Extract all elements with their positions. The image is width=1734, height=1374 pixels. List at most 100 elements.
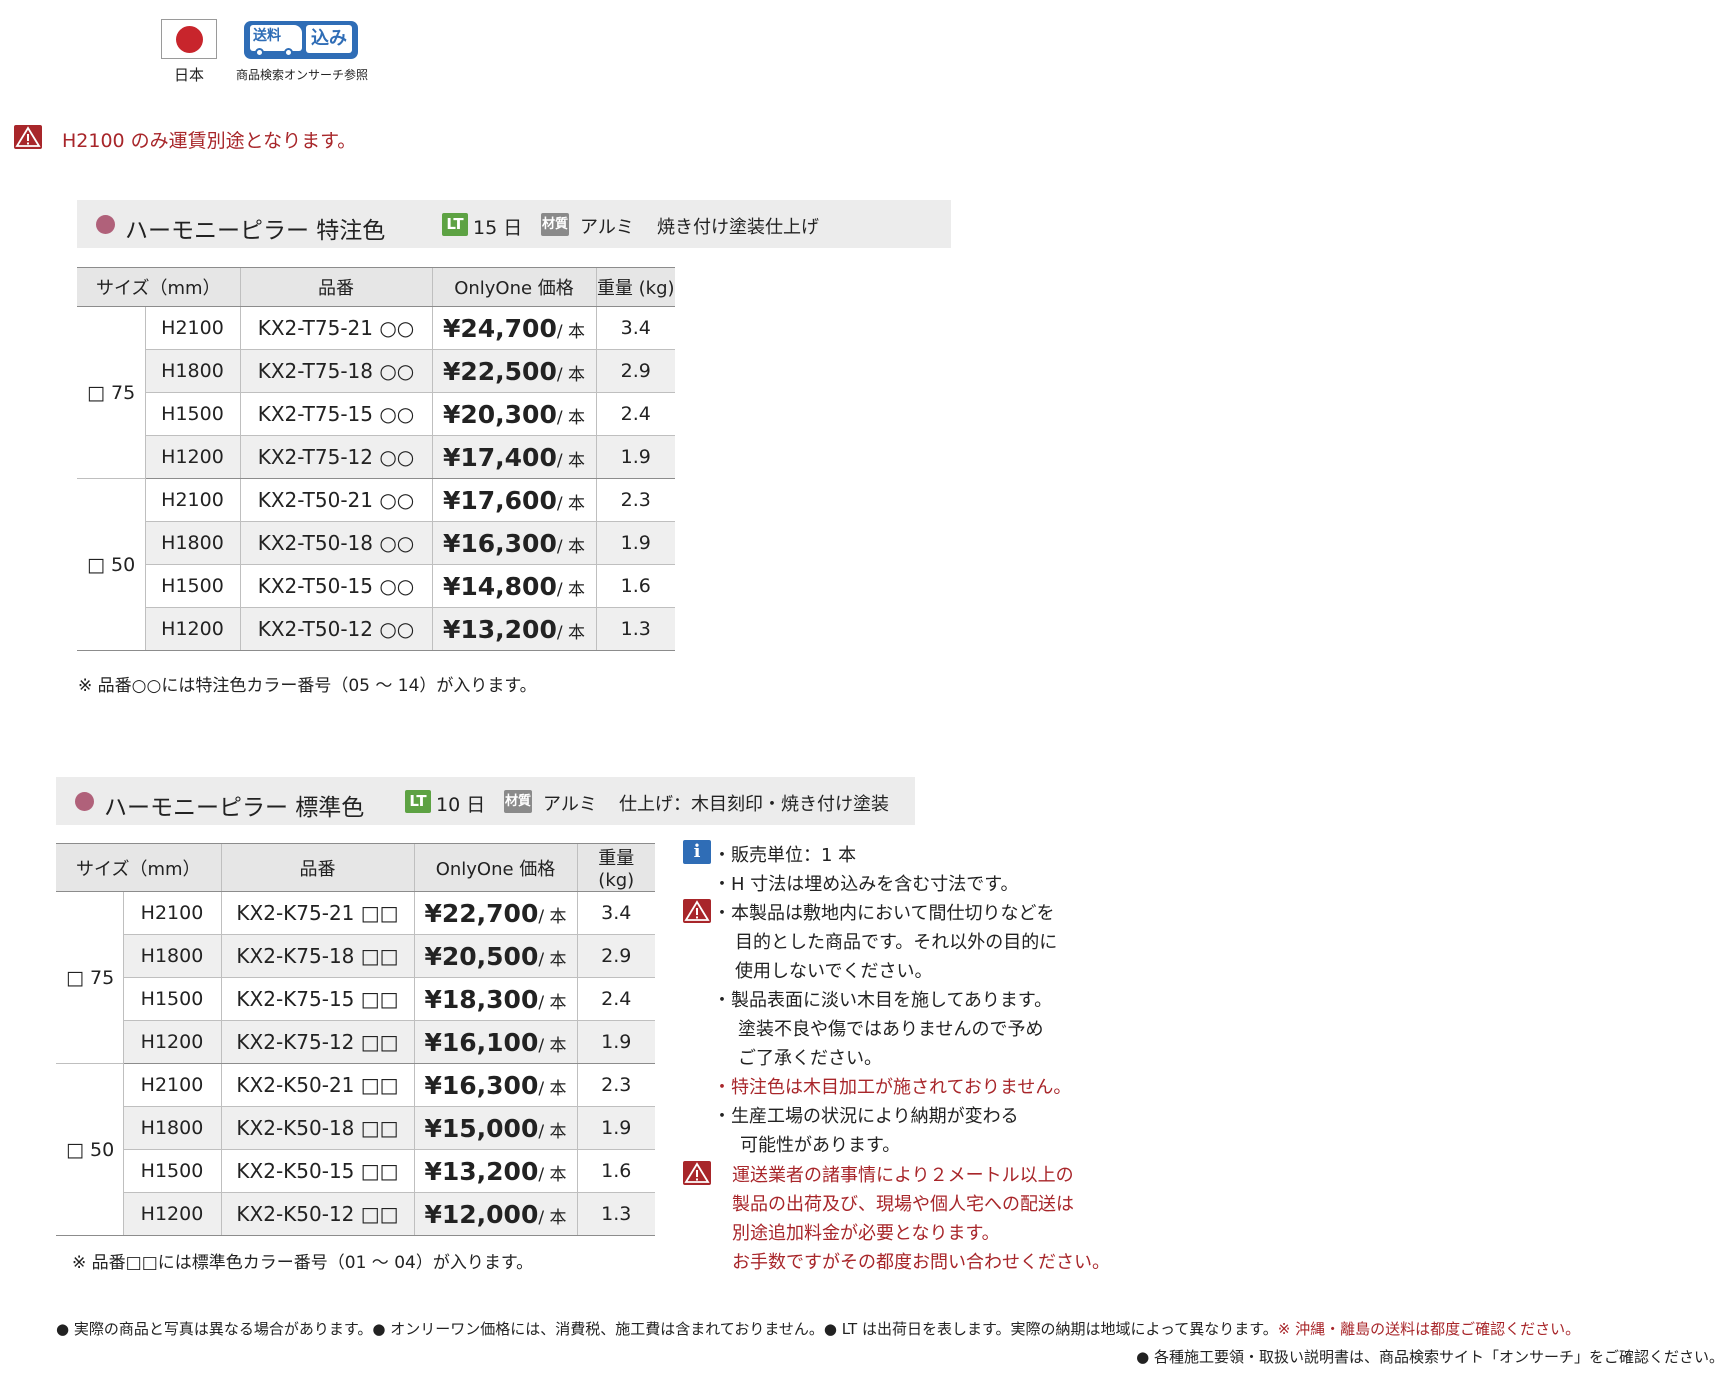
price-cell: ¥20,300/ 本 xyxy=(431,392,596,436)
section-title: ハーモニーピラー 標準色 xyxy=(104,795,365,821)
height-cell: H1800 xyxy=(144,349,240,393)
height-cell: H1800 xyxy=(144,521,240,565)
code-cell: KX2-T50-15 ○○ xyxy=(239,564,432,608)
footer-line-1: ● 実際の商品と写真は異なる場合があります。● オンリーワン価格には、消費税、施… xyxy=(56,1318,1580,1339)
weight-cell: 2.4 xyxy=(576,977,655,1021)
lt-badge-icon: LT xyxy=(442,213,468,236)
footer-disclaimer: ● 実際の商品と写真は異なる場合があります。● オンリーワン価格には、消費税、施… xyxy=(56,1320,1278,1338)
warning-icon xyxy=(14,125,42,149)
price-cell: ¥17,600/ 本 xyxy=(431,478,596,522)
note-line: ご了承ください。 xyxy=(738,1048,882,1069)
table-row: □ 75 H2100 KX2-K75-21 □□ ¥22,700/ 本 3.4 xyxy=(56,891,655,1064)
height-cell: H1200 xyxy=(122,1020,221,1064)
code-cell: KX2-T50-18 ○○ xyxy=(239,521,432,565)
spec-table-standard-color: サイズ（mm） 品番 OnlyOne 価格 重量 (kg) □ 75 H2100… xyxy=(56,843,655,1236)
code-cell: KX2-K50-15 □□ xyxy=(220,1149,414,1193)
note-line: ・販売単位：1 本 xyxy=(713,845,857,866)
size-cell: □ 75 xyxy=(77,306,145,479)
japan-flag-icon xyxy=(161,19,217,59)
table-row: H1200 KX2-K75-12 □□ ¥16,100/ 本 1.9 xyxy=(56,1020,655,1064)
height-cell: H1800 xyxy=(122,1106,221,1150)
header-weight: 重量 (kg) xyxy=(576,843,655,892)
weight-cell: 2.3 xyxy=(576,1063,655,1107)
weight-cell: 2.4 xyxy=(595,392,675,436)
weight-cell: 3.4 xyxy=(576,891,655,935)
price-cell: ¥14,800/ 本 xyxy=(431,564,596,608)
section-title: ハーモニーピラー 特注色 xyxy=(125,218,386,244)
price-cell: ¥15,000/ 本 xyxy=(413,1106,577,1150)
price-cell: ¥13,200/ 本 xyxy=(413,1149,577,1193)
material-badge-icon: 材質 xyxy=(541,213,569,236)
header-code: 品番 xyxy=(239,267,432,307)
code-cell: KX2-K75-12 □□ xyxy=(220,1020,414,1064)
material: アルミ xyxy=(580,217,634,238)
size-cell: □ 75 xyxy=(56,891,123,1064)
spec-table-special-color: サイズ（mm） 品番 OnlyOne 価格 重量 (kg) □ 75 H2100… xyxy=(77,267,675,651)
price-cell: ¥17,400/ 本 xyxy=(431,435,596,479)
code-cell: KX2-K50-21 □□ xyxy=(220,1063,414,1107)
height-cell: H2100 xyxy=(122,891,221,935)
height-cell: H2100 xyxy=(122,1063,221,1107)
code-cell: KX2-T50-21 ○○ xyxy=(239,478,432,522)
height-cell: H2100 xyxy=(144,306,240,350)
note-line: ・生産工場の状況により納期が変わる xyxy=(713,1106,1019,1127)
table-row: □ 50 H2100 KX2-T50-21 ○○ ¥17,600/ 本 2.3 xyxy=(77,478,675,651)
info-icon: i xyxy=(683,840,711,864)
note-line: ・本製品は敷地内において間仕切りなどを xyxy=(713,903,1055,924)
price-cell: ¥18,300/ 本 xyxy=(413,977,577,1021)
table-row: H1800 KX2-K50-18 □□ ¥15,000/ 本 1.9 xyxy=(56,1106,655,1150)
height-cell: H1200 xyxy=(144,607,240,651)
note-line: 目的とした商品です。それ以外の目的に xyxy=(735,932,1058,953)
code-cell: KX2-T75-18 ○○ xyxy=(239,349,432,393)
height-cell: H2100 xyxy=(144,478,240,522)
note-line: 可能性があります。 xyxy=(740,1135,901,1156)
title-dot-icon xyxy=(75,792,94,811)
code-cell: KX2-T75-15 ○○ xyxy=(239,392,432,436)
code-cell: KX2-K50-18 □□ xyxy=(220,1106,414,1150)
weight-cell: 2.3 xyxy=(595,478,675,522)
table-row: H1800 KX2-T75-18 ○○ ¥22,500/ 本 2.9 xyxy=(77,349,675,393)
height-cell: H1500 xyxy=(122,1149,221,1193)
table-row: H1500 KX2-T75-15 ○○ ¥20,300/ 本 2.4 xyxy=(77,392,675,436)
note-line-red: 別途追加料金が必要となります。 xyxy=(732,1223,1000,1244)
price-cell: ¥22,700/ 本 xyxy=(413,891,577,935)
material-badge-icon: 材質 xyxy=(504,790,532,813)
section-header-special-color: ハーモニーピラー 特注色 LT 15 日 材質 アルミ 焼き付け塗装仕上げ xyxy=(77,200,951,248)
section-header-standard-color: ハーモニーピラー 標準色 LT 10 日 材質 アルミ 仕上げ：木目刻印・焼き付… xyxy=(56,777,915,825)
table-row: H1500 KX2-T50-15 ○○ ¥14,800/ 本 1.6 xyxy=(77,564,675,608)
price-cell: ¥22,500/ 本 xyxy=(431,349,596,393)
table-row: □ 75 H2100 KX2-T75-21 ○○ ¥24,700/ 本 3.4 xyxy=(77,306,675,479)
price-cell: ¥16,100/ 本 xyxy=(413,1020,577,1064)
price-cell: ¥16,300/ 本 xyxy=(413,1063,577,1107)
footer-okinawa-note: ※ 沖縄・離島の送料は都度ご確認ください。 xyxy=(1277,1320,1581,1338)
warning-icon xyxy=(683,1161,711,1185)
table-row: H1500 KX2-K75-15 □□ ¥18,300/ 本 2.4 xyxy=(56,977,655,1021)
height-cell: H1500 xyxy=(144,564,240,608)
price-cell: ¥13,200/ 本 xyxy=(431,607,596,651)
header-code: 品番 xyxy=(220,843,414,892)
shipping-label: 商品検索オンサーチ参照 xyxy=(235,68,368,82)
title-dot-icon xyxy=(96,215,115,234)
weight-cell: 2.9 xyxy=(595,349,675,393)
header-size: サイズ（mm） xyxy=(56,843,221,892)
height-cell: H1500 xyxy=(122,977,221,1021)
code-cell: KX2-K75-18 □□ xyxy=(220,934,414,978)
height-cell: H1800 xyxy=(122,934,221,978)
height-cell: H1500 xyxy=(144,392,240,436)
footer-line-2: ● 各種施工要領・取扱い説明書は、商品検索サイト「オンサーチ」をご確認ください。 xyxy=(1136,1348,1724,1366)
price-cell: ¥16,300/ 本 xyxy=(431,521,596,565)
code-cell: KX2-K75-21 □□ xyxy=(220,891,414,935)
weight-cell: 3.4 xyxy=(595,306,675,350)
header-weight: 重量 (kg) xyxy=(595,267,675,307)
code-cell: KX2-T75-21 ○○ xyxy=(239,306,432,350)
material: アルミ xyxy=(543,794,597,815)
weight-cell: 1.9 xyxy=(595,435,675,479)
weight-cell: 1.9 xyxy=(576,1020,655,1064)
note-line-red: お手数ですがその都度お問い合わせください。 xyxy=(732,1252,1110,1273)
code-cell: KX2-K75-15 □□ xyxy=(220,977,414,1021)
weight-cell: 1.3 xyxy=(576,1192,655,1236)
standard-color-note: ※ 品番□□には標準色カラー番号（01 ～ 04）が入ります。 xyxy=(72,1253,534,1273)
weight-cell: 1.9 xyxy=(576,1106,655,1150)
table-row: H1800 KX2-T50-18 ○○ ¥16,300/ 本 1.9 xyxy=(77,521,675,565)
finish: 焼き付け塗装仕上げ xyxy=(657,217,819,238)
